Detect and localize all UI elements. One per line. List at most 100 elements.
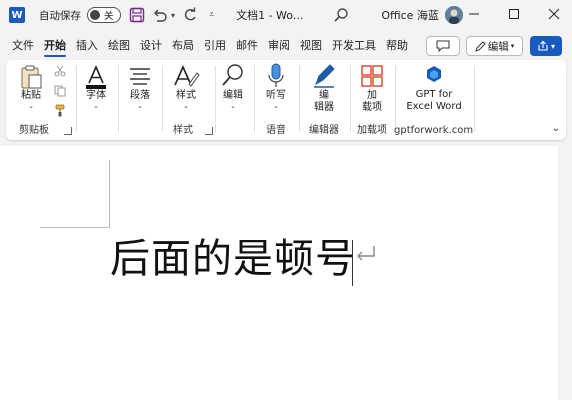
editing-mode-label: 编辑 [487, 40, 509, 53]
undo-dropdown-icon[interactable]: ▾ [171, 11, 175, 20]
avatar[interactable] [444, 6, 463, 24]
customize-quick-access-icon[interactable]: ⩡ [209, 10, 214, 20]
share-button[interactable]: ▾ [530, 36, 562, 56]
comments-button[interactable] [426, 36, 460, 56]
font-label: 字体 [86, 90, 106, 101]
find-icon [222, 64, 243, 86]
tab-developer[interactable]: 开发工具 [327, 35, 381, 57]
vertical-scrollbar[interactable] [558, 146, 572, 400]
ribbon: 粘贴 ⌄ 剪贴板 字体 ⌄ 段落 ⌄ 样式 ⌄ 样式 编辑 ⌄ 听写 ⌄ 语音 … [6, 60, 566, 140]
tab-draw[interactable]: 绘图 [103, 35, 135, 57]
styles-icon [174, 65, 200, 87]
voice-group: 听写 ⌄ 语音 [255, 60, 297, 140]
styles-group-label: 样式 [173, 125, 193, 136]
styles-label: 样式 [176, 90, 196, 101]
paste-button[interactable]: 粘贴 ⌄ [14, 64, 48, 110]
paste-label: 粘贴 [21, 90, 41, 101]
font-color-icon [86, 65, 106, 89]
autosave-label: 自动保存 [39, 9, 81, 22]
format-painter-icon[interactable] [54, 104, 67, 117]
page-margin-marker [40, 227, 110, 228]
collapse-ribbon-icon[interactable]: ⌄ [552, 123, 560, 134]
gpt-for-excel-word-button[interactable]: GPT for Excel Word [400, 64, 468, 113]
document-text[interactable]: 后面的是顿号 [110, 234, 356, 284]
ribbon-divider [118, 66, 119, 132]
comment-icon [436, 40, 450, 52]
microphone-icon [268, 63, 284, 87]
chevron-down-icon: ⌄ [183, 102, 189, 110]
tab-mailings[interactable]: 邮件 [231, 35, 263, 57]
tab-layout[interactable]: 布局 [167, 35, 199, 57]
copy-icon[interactable] [54, 85, 66, 97]
tab-view[interactable]: 视图 [295, 35, 327, 57]
chevron-down-icon: ⌄ [273, 102, 279, 110]
dictate-label: 听写 [266, 90, 286, 101]
dictate-button[interactable]: 听写 ⌄ [259, 62, 293, 110]
tab-review[interactable]: 审阅 [263, 35, 295, 57]
clipboard-group: 粘贴 ⌄ 剪贴板 [6, 60, 76, 140]
page-margin-marker [109, 160, 110, 228]
search-icon[interactable] [333, 7, 349, 23]
paragraph-align-icon [130, 68, 150, 85]
ribbon-divider [474, 66, 475, 132]
autosave-toggle[interactable]: 关 [87, 7, 121, 23]
pencil-icon [474, 40, 486, 52]
addins-label-line1: 加 [367, 90, 377, 101]
redo-icon[interactable] [181, 7, 199, 23]
editor-pen-icon [314, 64, 335, 88]
chevron-down-icon: ▾ [510, 42, 515, 50]
document-title: 文档1 - Wo... [236, 9, 304, 22]
paste-icon [21, 65, 42, 89]
chevron-down-icon: ▾ [550, 41, 555, 51]
close-icon[interactable] [547, 7, 561, 21]
styles-button[interactable]: 样式 ⌄ [169, 64, 203, 110]
ribbon-divider [76, 66, 77, 132]
chevron-down-icon: ⌄ [93, 102, 99, 110]
undo-icon[interactable] [151, 7, 169, 23]
share-icon [538, 40, 548, 51]
tab-home[interactable]: 开始 [39, 35, 71, 57]
paragraph-label: 段落 [130, 90, 150, 101]
chevron-down-icon: ⌄ [137, 102, 143, 110]
editor-button[interactable]: 编 辑器 [308, 62, 340, 114]
paragraph-mark-icon [357, 246, 375, 261]
addins-button[interactable]: 加 载项 [355, 64, 389, 114]
tab-insert[interactable]: 插入 [71, 35, 103, 57]
addins-group-label: 加载项 [357, 125, 387, 136]
editing-label: 编辑 [223, 90, 243, 101]
addins-label-line2: 载项 [362, 102, 382, 113]
gpt-label-line2: Excel Word [406, 101, 462, 112]
gpt-group: GPT for Excel Word gptforwork.com [394, 60, 473, 140]
tab-references[interactable]: 引用 [199, 35, 231, 57]
text-caret [352, 240, 353, 286]
word-app-icon[interactable]: W [9, 7, 25, 23]
cut-icon[interactable] [54, 65, 66, 77]
save-icon[interactable] [129, 7, 145, 23]
voice-group-label: 语音 [266, 125, 286, 136]
minimize-icon[interactable] [467, 7, 481, 21]
editor-label-line1: 编 [319, 90, 329, 101]
editor-group-label: 编辑器 [309, 125, 339, 136]
title-bar: W 自动保存 关 ▾ ⩡ 文档1 - Wo... Office 海蓝 [0, 0, 572, 30]
font-button[interactable]: 字体 ⌄ [78, 64, 114, 110]
styles-group: 样式 ⌄ 样式 [163, 60, 215, 140]
addins-group: 加 载项 加载项 [351, 60, 393, 140]
autosave-state: 关 [104, 11, 114, 22]
tab-file[interactable]: 文件 [7, 35, 39, 57]
tab-design[interactable]: 设计 [135, 35, 167, 57]
styles-launcher-icon[interactable] [205, 127, 213, 135]
paragraph-button[interactable]: 段落 ⌄ [122, 64, 158, 110]
editing-button[interactable]: 编辑 ⌄ [216, 62, 250, 110]
editor-group: 编 辑器 编辑器 [300, 60, 348, 140]
editing-mode-button[interactable]: 编辑 ▾ [466, 36, 523, 56]
gpt-logo-icon [427, 66, 441, 82]
clipboard-group-label: 剪贴板 [19, 125, 49, 136]
maximize-icon[interactable] [507, 7, 521, 21]
tab-help[interactable]: 帮助 [381, 35, 413, 57]
chevron-down-icon: ⌄ [28, 102, 34, 110]
addins-grid-icon [361, 65, 383, 87]
gpt-label-line1: GPT for [415, 89, 453, 100]
clipboard-launcher-icon[interactable] [64, 127, 72, 135]
toggle-knob [90, 10, 100, 20]
account-name[interactable]: Office 海蓝 [381, 7, 439, 23]
